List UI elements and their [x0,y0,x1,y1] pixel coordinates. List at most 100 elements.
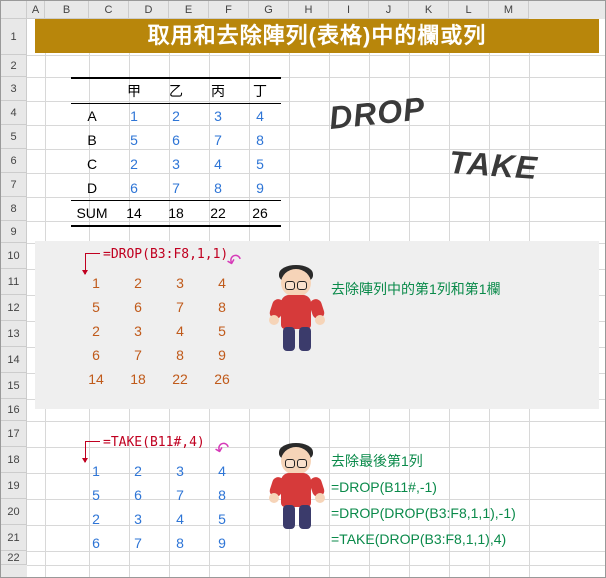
col-header-A[interactable]: A [27,1,45,19]
row-header-2[interactable]: 2 [1,55,27,77]
cell[interactable]: 6 [117,295,159,319]
row-header-18[interactable]: 18 [1,447,27,473]
cell[interactable]: 6 [75,343,117,367]
cell[interactable]: 18 [117,367,159,391]
cell[interactable]: 2 [113,152,155,176]
col-header-I[interactable]: I [329,1,369,19]
cell[interactable]: 4 [201,459,243,483]
sum-cell[interactable]: 22 [197,201,239,227]
cell[interactable]: C [71,152,113,176]
row-header-5[interactable]: 5 [1,125,27,149]
cell[interactable]: D [71,176,113,201]
sum-cell[interactable]: SUM [71,201,113,227]
cell[interactable]: 7 [159,295,201,319]
cell[interactable]: 8 [201,483,243,507]
row-header-4[interactable]: 4 [1,101,27,125]
row-header-8[interactable]: 8 [1,197,27,221]
row-header-6[interactable]: 6 [1,149,27,173]
col-header-H[interactable]: H [289,1,329,19]
col-header-D[interactable]: D [129,1,169,19]
cell[interactable]: 7 [159,483,201,507]
cell[interactable]: 3 [117,507,159,531]
cell[interactable]: B [71,128,113,152]
row-header-9[interactable]: 9 [1,221,27,243]
cell[interactable]: 2 [75,507,117,531]
col-header-B[interactable]: B [45,1,89,19]
cell[interactable]: 2 [155,104,197,129]
row-header-10[interactable]: 10 [1,243,27,269]
cell[interactable]: A [71,104,113,129]
cell[interactable]: 7 [117,531,159,555]
col-header-M[interactable]: M [489,1,529,19]
row-header-11[interactable]: 11 [1,269,27,295]
cell[interactable]: 6 [155,128,197,152]
cell[interactable]: 8 [159,531,201,555]
cell[interactable]: 3 [197,104,239,129]
cell[interactable]: 5 [75,483,117,507]
cell[interactable]: 8 [197,176,239,201]
cell[interactable]: 2 [117,271,159,295]
row-header-20[interactable]: 20 [1,499,27,525]
cell[interactable]: 7 [117,343,159,367]
table-header-cell[interactable]: 丁 [239,78,281,104]
row-header-14[interactable]: 14 [1,347,27,373]
sum-cell[interactable]: 14 [113,201,155,227]
cell[interactable]: 4 [201,271,243,295]
cell[interactable]: 1 [75,271,117,295]
row-header-3[interactable]: 3 [1,77,27,101]
row-header-19[interactable]: 19 [1,473,27,499]
cell[interactable]: 22 [159,367,201,391]
col-header-F[interactable]: F [209,1,249,19]
row-header-21[interactable]: 21 [1,525,27,551]
cell[interactable]: 5 [201,507,243,531]
cell[interactable]: 5 [201,319,243,343]
cell[interactable]: 3 [159,459,201,483]
cell[interactable]: 5 [239,152,281,176]
col-header-L[interactable]: L [449,1,489,19]
cell[interactable]: 6 [117,483,159,507]
cell[interactable]: 8 [239,128,281,152]
cell[interactable]: 4 [197,152,239,176]
col-header-G[interactable]: G [249,1,289,19]
cell[interactable]: 26 [201,367,243,391]
cell[interactable]: 4 [159,507,201,531]
cell[interactable]: 2 [75,319,117,343]
cell[interactable]: 9 [201,343,243,367]
row-header-22[interactable]: 22 [1,551,27,565]
table-header-cell[interactable]: 丙 [197,78,239,104]
cell[interactable]: 3 [117,319,159,343]
cell[interactable]: 7 [197,128,239,152]
row-header-1[interactable]: 1 [1,19,27,55]
cell[interactable]: 9 [239,176,281,201]
cell[interactable]: 7 [155,176,197,201]
cell[interactable]: 1 [75,459,117,483]
table-header-cell[interactable]: 乙 [155,78,197,104]
cell[interactable]: 8 [201,295,243,319]
row-header-13[interactable]: 13 [1,321,27,347]
col-header-E[interactable]: E [169,1,209,19]
cell[interactable]: 6 [75,531,117,555]
row-header-17[interactable]: 17 [1,421,27,447]
col-header-C[interactable]: C [89,1,129,19]
cell[interactable]: 3 [155,152,197,176]
sum-cell[interactable]: 26 [239,201,281,227]
cell[interactable]: 5 [113,128,155,152]
row-header-16[interactable]: 16 [1,399,27,421]
cell[interactable]: 5 [75,295,117,319]
row-header-12[interactable]: 12 [1,295,27,321]
sum-cell[interactable]: 18 [155,201,197,227]
cell[interactable]: 14 [75,367,117,391]
cell[interactable]: 4 [159,319,201,343]
cell[interactable]: 2 [117,459,159,483]
cell[interactable]: 3 [159,271,201,295]
row-header-15[interactable]: 15 [1,373,27,399]
row-header-7[interactable]: 7 [1,173,27,197]
cell[interactable]: 8 [159,343,201,367]
cell[interactable]: 4 [239,104,281,129]
cell[interactable]: 6 [113,176,155,201]
cell[interactable]: 9 [201,531,243,555]
col-header-K[interactable]: K [409,1,449,19]
table-header-cell[interactable]: 甲 [113,78,155,104]
col-header-J[interactable]: J [369,1,409,19]
cell[interactable]: 1 [113,104,155,129]
